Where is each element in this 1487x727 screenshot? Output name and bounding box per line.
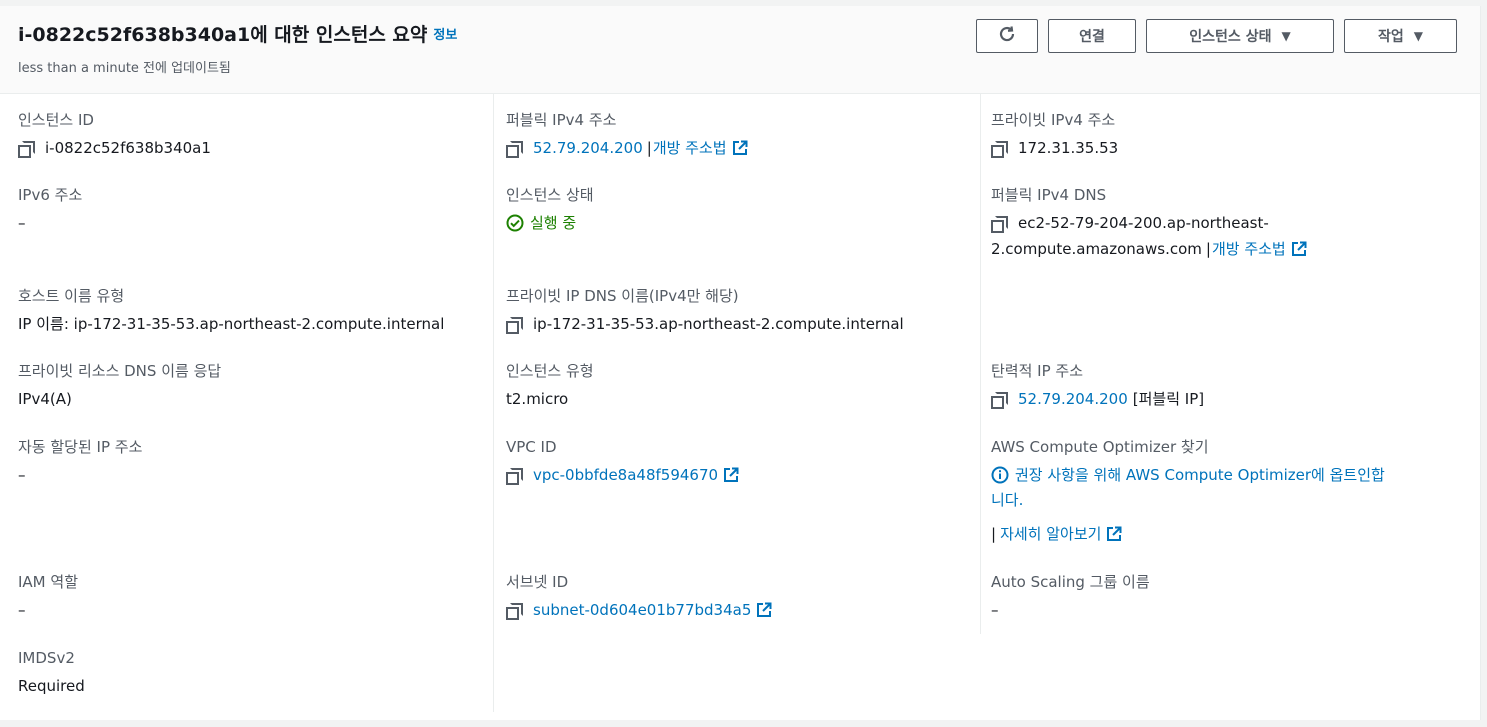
hostname-type-value: IP 이름: ip-172-31-35-53.ap-northeast-2.co… [18,315,445,333]
instance-id-label: 인스턴스 ID [18,111,94,129]
auto-ip-label: 자동 할당된 IP 주소 [18,438,143,456]
actions-dropdown-label: 작업 [1378,29,1404,45]
vpc-id-link[interactable]: vpc-0bbfde8a48f594670 [533,464,718,486]
elastic-ip-suffix: [퍼블릭 IP] [1132,390,1205,408]
refresh-button[interactable] [976,19,1038,53]
public-dns-field: 퍼블릭 IPv4 DNS ec2-52-79-204-200.ap-northe… [991,184,1307,260]
private-dns-answer-label: 프라이빗 리소스 DNS 이름 응답 [18,362,222,380]
ipv6-label: IPv6 주소 [18,186,83,204]
column-divider [980,94,981,634]
copy-icon[interactable] [991,391,1008,409]
instance-state-field: 인스턴스 상태 실행 중 [506,184,594,234]
summary-header: i-0822c52f638b340a1에 대한 인스턴스 요약 정보 less t… [0,6,1480,94]
vpc-id-field: VPC ID vpc-0bbfde8a48f594670 [506,436,739,486]
copy-icon[interactable] [506,602,523,620]
page-title: i-0822c52f638b340a1에 대한 인스턴스 요약 정보 [18,20,457,47]
check-circle-icon [506,214,524,232]
public-dns-value-line2: 2.compute.amazonaws.com [991,240,1202,258]
imdsv2-value: Required [18,677,85,695]
copy-icon[interactable] [506,140,523,158]
auto-ip-value: – [18,466,26,484]
iam-role-label: IAM 역할 [18,573,78,591]
private-ipv4-value: 172.31.35.53 [1018,139,1119,157]
subnet-id-field: 서브넷 ID subnet-0d604e01b77bd34a5 [506,571,772,621]
instance-type-value: t2.micro [506,390,569,408]
external-link-icon[interactable] [756,602,772,618]
copy-icon[interactable] [991,215,1008,233]
info-circle-icon [991,466,1009,484]
connect-button[interactable]: 연결 [1048,19,1136,53]
iam-role-field: IAM 역할 – [18,571,78,621]
separator: | [646,139,652,157]
info-link[interactable]: 정보 [433,28,457,43]
subnet-id-label: 서브넷 ID [506,573,569,591]
private-ipv4-label: 프라이빗 IPv4 주소 [991,111,1116,129]
elastic-ip-field: 탄력적 IP 주소 52.79.204.200 [퍼블릭 IP] [991,360,1204,410]
public-ipv4-field: 퍼블릭 IPv4 주소 52.79.204.200 | 개방 주소법 [506,109,748,159]
public-ipv4-value[interactable]: 52.79.204.200 [533,137,643,159]
caret-down-icon: ▼ [1281,29,1291,43]
column-divider [493,94,494,712]
private-ip-dns-value: ip-172-31-35-53.ap-northeast-2.compute.i… [533,315,904,333]
compute-optimizer-opt-in-link[interactable]: 권장 사항을 위해 AWS Compute Optimizer에 옵트인합 [1015,464,1385,486]
private-dns-answer-value: IPv4(A) [18,390,72,408]
elastic-ip-label: 탄력적 IP 주소 [991,362,1084,380]
learn-more-link[interactable]: 자세히 알아보기 [1000,523,1101,545]
instance-type-field: 인스턴스 유형 t2.micro [506,360,594,410]
hostname-type-field: 호스트 이름 유형 IP 이름: ip-172-31-35-53.ap-nort… [18,285,444,335]
last-updated-text: less than a minute 전에 업데이트됨 [18,61,231,76]
compute-optimizer-opt-in-link-cont[interactable]: 니다. [991,489,1023,511]
public-dns-value-line1: ec2-52-79-204-200.ap-northeast- [1018,214,1269,232]
copy-icon[interactable] [18,140,35,158]
iam-role-value: – [18,601,26,619]
auto-ip-field: 자동 할당된 IP 주소 – [18,436,142,486]
compute-optimizer-field: AWS Compute Optimizer 찾기 권장 사항을 위해 AWS C… [991,436,1461,545]
autoscaling-field: Auto Scaling 그룹 이름 – [991,571,1150,621]
external-link-icon[interactable] [1291,241,1307,257]
private-ip-dns-field: 프라이빗 IP DNS 이름(IPv4만 해당) ip-172-31-35-53… [506,285,904,335]
caret-down-icon: ▼ [1413,29,1423,43]
ipv6-field: IPv6 주소 – [18,184,82,234]
compute-optimizer-label: AWS Compute Optimizer 찾기 [991,438,1209,456]
connect-label: 연결 [1079,29,1105,45]
vpc-id-label: VPC ID [506,438,557,456]
copy-icon[interactable] [506,467,523,485]
instance-state-dropdown[interactable]: 인스턴스 상태 ▼ [1146,19,1334,53]
separator: | [991,525,997,543]
hostname-type-label: 호스트 이름 유형 [18,287,125,305]
public-dns-label: 퍼블릭 IPv4 DNS [991,186,1107,204]
open-address-link[interactable]: 개방 주소법 [1212,238,1286,260]
private-ipv4-field: 프라이빗 IPv4 주소 172.31.35.53 [991,109,1118,159]
external-link-icon[interactable] [723,467,739,483]
open-address-link[interactable]: 개방 주소법 [653,137,727,159]
actions-dropdown[interactable]: 작업 ▼ [1344,19,1457,53]
elastic-ip-link[interactable]: 52.79.204.200 [1018,388,1128,410]
imdsv2-field: IMDSv2 Required [18,647,85,697]
instance-state-dropdown-label: 인스턴스 상태 [1189,29,1272,45]
ipv6-value: – [18,214,26,232]
subnet-id-link[interactable]: subnet-0d604e01b77bd34a5 [533,599,751,621]
instance-id-value: i-0822c52f638b340a1 [45,139,211,157]
instance-state-label: 인스턴스 상태 [506,186,594,204]
private-dns-answer-field: 프라이빗 리소스 DNS 이름 응답 IPv4(A) [18,360,221,410]
instance-type-label: 인스턴스 유형 [506,362,594,380]
public-ipv4-label: 퍼블릭 IPv4 주소 [506,111,617,129]
autoscaling-value: – [991,601,999,619]
private-ip-dns-label: 프라이빗 IP DNS 이름(IPv4만 해당) [506,287,739,305]
copy-icon[interactable] [991,140,1008,158]
refresh-icon [997,24,1017,48]
external-link-icon[interactable] [732,140,748,156]
autoscaling-label: Auto Scaling 그룹 이름 [991,573,1150,591]
instance-state-value: 실행 중 [530,214,577,232]
imdsv2-label: IMDSv2 [18,649,75,667]
external-link-icon[interactable] [1106,526,1122,542]
page-title-text: i-0822c52f638b340a1에 대한 인스턴스 요약 [18,24,428,46]
copy-icon[interactable] [506,316,523,334]
separator: | [1205,240,1211,258]
instance-id-field: 인스턴스 ID i-0822c52f638b340a1 [18,109,211,159]
instance-summary-panel: i-0822c52f638b340a1에 대한 인스턴스 요약 정보 less t… [0,6,1481,720]
